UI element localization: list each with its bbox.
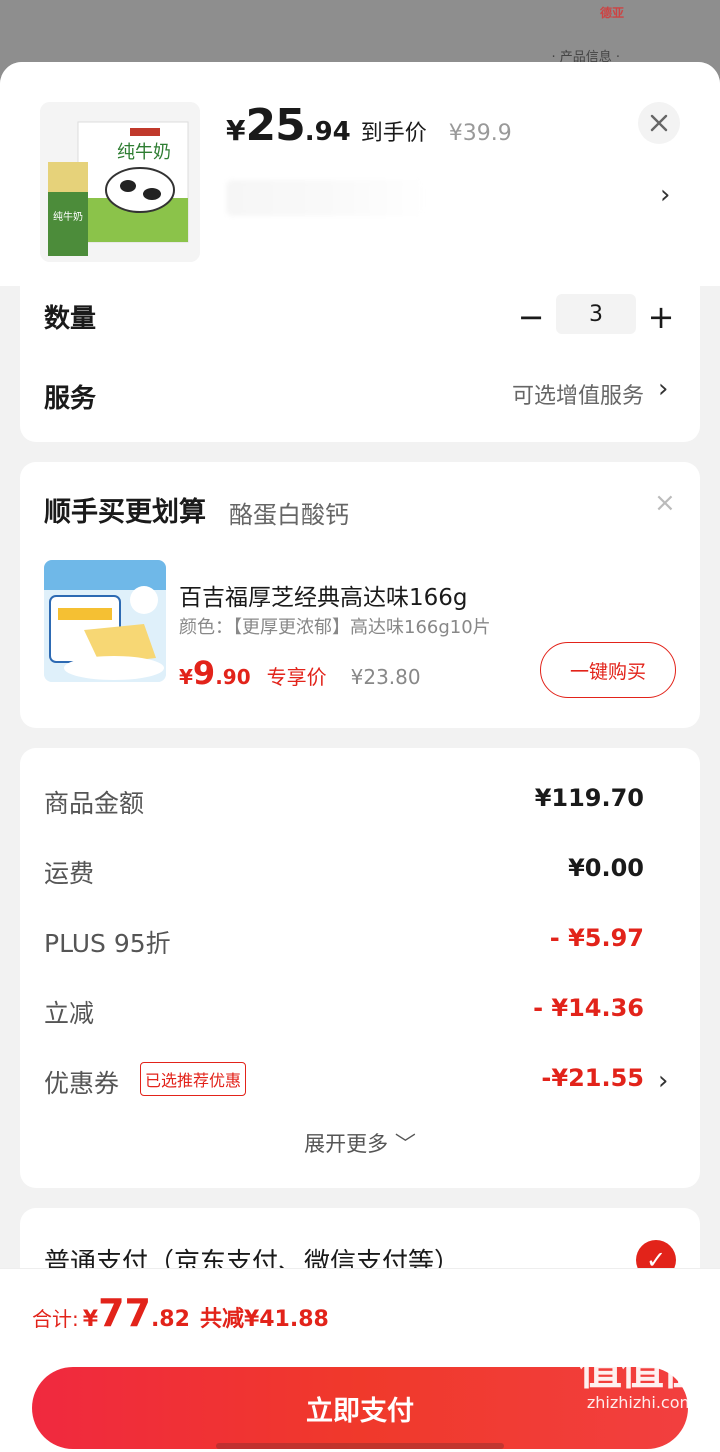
home-indicator[interactable] [216, 1443, 504, 1449]
spec-selector-blurred[interactable] [226, 180, 426, 216]
bundle-item-image[interactable] [44, 560, 166, 682]
product-header: 纯牛奶 纯牛奶 ¥ 25 .94 到手价 ¥39.9 › [0, 62, 720, 286]
one-click-buy-button[interactable]: 一键购买 [540, 642, 676, 698]
price-currency: ¥ [226, 114, 246, 147]
fee-label: PLUS 95折 [44, 929, 171, 958]
total-savings: 共减¥41.88 [199, 1307, 329, 1332]
fee-label: 立减 [44, 999, 95, 1028]
fee-row-goods: 商品金额 ¥119.70 [44, 784, 644, 824]
fee-value: - ¥5.97 [549, 924, 644, 952]
watermark: 值值值 zhizhizhi.com [566, 1333, 716, 1425]
checkout-bar: 合计: ¥ 77 .82 共减¥41.88 立即支付 值值值 zhizhizhi… [0, 1268, 720, 1452]
quantity-input[interactable]: 3 [556, 294, 636, 334]
fee-value: ¥0.00 [568, 854, 644, 882]
total-row: 合计: ¥ 77 .82 共减¥41.88 [32, 1291, 329, 1335]
fee-value: - ¥14.36 [533, 994, 644, 1022]
price-label: 到手价 [360, 121, 427, 146]
fee-value[interactable]: -¥21.55 [541, 1064, 644, 1092]
quantity-plus-button[interactable]: + [644, 298, 678, 336]
service-label: 服务 [44, 384, 97, 414]
price-integer: 25 [245, 100, 305, 151]
service-value[interactable]: 可选增值服务 [512, 378, 644, 410]
product-thumbnail: 纯牛奶 纯牛奶 [40, 102, 200, 262]
bundle-original-price: ¥23.80 [350, 665, 421, 689]
total-currency: ¥ [82, 1307, 99, 1332]
fee-label: 运费 [44, 859, 95, 888]
svg-text:纯牛奶: 纯牛奶 [53, 210, 83, 223]
bundle-card: 顺手买更划算 酪蛋白酸钙 × 百吉福厚芝经典高达味166g 颜色：【更厚更浓郁】… [20, 462, 700, 728]
total-label: 合计: [32, 1307, 79, 1331]
bundle-price-currency: ¥ [179, 665, 193, 689]
quantity-minus-button[interactable]: − [514, 298, 548, 336]
svg-text:纯牛奶: 纯牛奶 [117, 142, 171, 163]
bundle-item-spec: 颜色：【更厚更浓郁】高达味166g10片 [179, 617, 491, 638]
chevron-right-icon[interactable]: › [658, 374, 668, 404]
bundle-item-price-row: ¥ 9 .90 专享价 ¥23.80 [179, 654, 421, 692]
watermark-text: 值值值 [578, 1344, 706, 1395]
watermark-url: zhizhizhi.com [586, 1393, 696, 1412]
chevron-right-icon[interactable]: › [660, 180, 670, 210]
coupon-badge: 已选推荐优惠 [140, 1062, 247, 1096]
total-integer: 77 [98, 1291, 151, 1335]
fee-row-coupon[interactable]: 优惠券 已选推荐优惠 -¥21.55 [44, 1062, 644, 1104]
chevron-right-icon[interactable]: › [658, 1066, 668, 1096]
quantity-label: 数量 [44, 304, 97, 334]
bundle-price-integer: 9 [192, 654, 216, 692]
original-price: ¥39.9 [448, 121, 512, 146]
order-sheet: 纯牛奶 纯牛奶 ¥ 25 .94 到手价 ¥39.9 › 数量 − 3 + 服务… [0, 62, 720, 1452]
bundle-price-decimal: .90 [215, 665, 251, 689]
product-price-row: ¥ 25 .94 到手价 ¥39.9 [226, 100, 512, 154]
fee-label: 优惠券 [44, 1069, 120, 1098]
fee-label: 商品金额 [44, 789, 145, 818]
close-icon[interactable]: × [654, 488, 676, 518]
bundle-price-label: 专享价 [266, 665, 327, 689]
close-icon[interactable] [638, 102, 680, 144]
fee-value: ¥119.70 [534, 784, 644, 812]
bundle-subtitle: 酪蛋白酸钙 [229, 501, 349, 529]
price-decimal: .94 [304, 117, 351, 147]
fee-summary-card: 商品金额 ¥119.70 运费 ¥0.00 PLUS 95折 - ¥5.97 立… [20, 748, 700, 1188]
fee-row-shipping: 运费 ¥0.00 [44, 854, 644, 894]
bundle-title: 顺手买更划算 [44, 497, 206, 528]
fee-row-plus: PLUS 95折 - ¥5.97 [44, 924, 644, 964]
bundle-item-name[interactable]: 百吉福厚芝经典高达味166g [179, 578, 468, 612]
fee-row-instant: 立减 - ¥14.36 [44, 994, 644, 1034]
total-decimal: .82 [150, 1307, 190, 1332]
quantity-service-card: 数量 − 3 + 服务 可选增值服务 › [20, 286, 700, 442]
expand-more-button[interactable]: 展开更多 ﹀ [20, 1128, 700, 1158]
backdrop-brand: 德亚 [599, 6, 624, 20]
